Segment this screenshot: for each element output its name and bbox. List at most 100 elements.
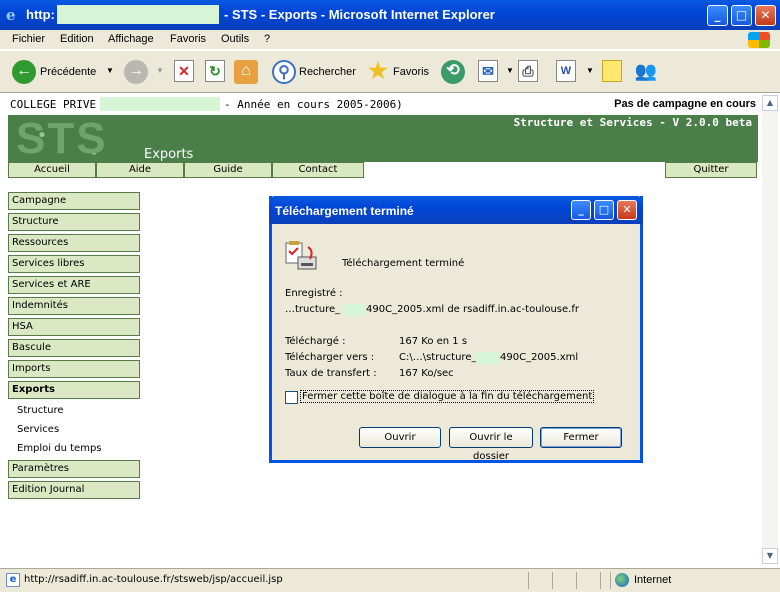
saved-label: Enregistré : [285, 288, 343, 299]
stop-icon: ✕ [174, 60, 194, 82]
refresh-button[interactable]: ↻ [205, 60, 227, 84]
forward-arrow-icon: → [124, 60, 148, 84]
scroll-down-button[interactable]: ▼ [762, 548, 778, 564]
close-when-done-checkbox[interactable] [285, 391, 298, 404]
sidebar-sub-emploi-du-temps[interactable]: Emploi du temps [17, 443, 102, 454]
menu-help[interactable]: ? [264, 33, 270, 45]
status-divider [528, 572, 529, 589]
menu-fichier[interactable]: Fichier [12, 33, 45, 45]
downloaded-label: Téléchargé : [285, 336, 346, 347]
favorites-button[interactable]: ★ Favoris [366, 60, 432, 84]
chevron-down-icon[interactable]: ▼ [506, 66, 514, 75]
transfer-rate-value: 167 Ko/sec [399, 368, 454, 379]
menu-affichage[interactable]: Affichage [108, 33, 154, 45]
close-window-button[interactable]: ✕ [755, 5, 776, 26]
word-icon: W [556, 60, 576, 82]
open-button[interactable]: Ouvrir [359, 427, 441, 448]
menu-outils[interactable]: Outils [221, 33, 249, 45]
history-button[interactable]: ⟲ [441, 60, 467, 84]
stop-button[interactable]: ✕ [174, 60, 196, 84]
nav-aide[interactable]: Aide [96, 162, 184, 178]
edit-button[interactable]: W ▼ [556, 60, 596, 84]
scroll-up-button[interactable]: ▲ [762, 95, 778, 111]
chevron-down-icon[interactable]: ▼ [106, 66, 114, 75]
dialog-maximize-button[interactable]: □ [594, 200, 614, 220]
menu-edition[interactable]: Edition [60, 33, 94, 45]
note-icon [602, 60, 622, 82]
sidebar-item-edition-journal[interactable]: Edition Journal [8, 481, 140, 499]
college-name: COLLEGE PRIVE [10, 98, 97, 111]
close-when-done-label[interactable]: Fermer cette boîte de dialogue à la fin … [300, 390, 595, 403]
search-icon: ⚲ [272, 60, 296, 84]
download-complete-icon [285, 241, 317, 270]
download-complete-dialog: Téléchargement terminé _ □ ✕ Téléchargem… [269, 196, 643, 463]
saved-value-start: …tructure_ [285, 304, 341, 315]
favorites-label: Favoris [393, 66, 430, 78]
sidebar-item-imports[interactable]: Imports [8, 360, 140, 378]
nav-contact[interactable]: Contact [272, 162, 364, 178]
open-folder-button[interactable]: Ouvrir le dossier [449, 427, 533, 462]
maximize-button[interactable]: □ [731, 5, 752, 26]
nav-guide[interactable]: Guide [184, 162, 272, 178]
globe-icon [615, 573, 629, 587]
nav-quitter[interactable]: Quitter [665, 162, 757, 178]
sidebar-item-parametres[interactable]: Paramètres [8, 460, 140, 478]
toolbar: ← Précédente ▼ → ▼ ✕ ↻ ⌂ ⚲ Rechercher ★ … [0, 51, 780, 93]
dialog-heading: Téléchargement terminé [342, 258, 465, 269]
sidebar-sub-services[interactable]: Services [17, 424, 59, 435]
window-title-prefix: http: [26, 7, 55, 22]
dialog-title-bar: Téléchargement terminé _ □ ✕ [269, 196, 643, 224]
status-divider [600, 572, 601, 589]
back-button[interactable]: ← Précédente ▼ [12, 60, 114, 84]
window-title: - STS - Exports - Microsoft Internet Exp… [224, 7, 495, 22]
close-dialog-button[interactable]: Fermer [540, 427, 622, 448]
forward-button[interactable]: → ▼ [124, 60, 164, 84]
nav-accueil[interactable]: Accueil [8, 162, 96, 178]
sidebar-item-campagne[interactable]: Campagne [8, 192, 140, 210]
search-label: Rechercher [299, 66, 356, 78]
search-button[interactable]: ⚲ Rechercher [272, 60, 358, 84]
status-url: http://rsadiff.in.ac-toulouse.fr/stsweb/… [24, 574, 283, 585]
section-title: Exports [144, 147, 194, 162]
status-divider [552, 572, 553, 589]
print-button[interactable]: ⎙ [518, 60, 542, 84]
sidebar-item-hsa[interactable]: HSA [8, 318, 140, 336]
ie-icon: e [6, 6, 16, 24]
downloaded-value: 167 Ko en 1 s [399, 336, 468, 347]
chevron-down-icon[interactable]: ▼ [156, 66, 164, 75]
dialog-close-button[interactable]: ✕ [617, 200, 637, 220]
scrollbar-track[interactable] [762, 111, 778, 548]
messenger-icon: 👥 [634, 61, 658, 81]
dialog-minimize-button[interactable]: _ [571, 200, 591, 220]
redacted-block [476, 352, 500, 364]
destination-value-end: 490C_2005.xml [500, 352, 579, 363]
destination-value-start: C:\…\structure_ [399, 352, 477, 363]
back-arrow-icon: ← [12, 60, 36, 84]
messenger-button[interactable]: 👥 [634, 60, 660, 84]
menu-favoris[interactable]: Favoris [170, 33, 206, 45]
discuss-button[interactable] [602, 60, 626, 84]
dialog-title: Téléchargement terminé [275, 204, 414, 218]
mail-button[interactable]: ✉ ▼ [478, 60, 516, 84]
page-icon: e [6, 573, 20, 587]
sidebar-item-structure[interactable]: Structure [8, 213, 140, 231]
sidebar-item-ressources[interactable]: Ressources [8, 234, 140, 252]
sidebar-item-services-libres[interactable]: Services libres [8, 255, 140, 273]
sidebar-item-exports[interactable]: Exports [8, 381, 140, 399]
refresh-icon: ↻ [205, 60, 225, 82]
transfer-rate-label: Taux de transfert : [285, 368, 377, 379]
sidebar-sub-structure[interactable]: Structure [17, 405, 64, 416]
back-label: Précédente [40, 66, 97, 78]
sidebar-item-services-are[interactable]: Services et ARE [8, 276, 140, 294]
security-zone: Internet [634, 574, 672, 586]
sidebar-item-indemnites[interactable]: Indemnités [8, 297, 140, 315]
minimize-button[interactable]: _ [707, 5, 728, 26]
chevron-down-icon[interactable]: ▼ [586, 66, 594, 75]
status-divider [576, 572, 577, 589]
sidebar-item-bascule[interactable]: Bascule [8, 339, 140, 357]
destination-label: Télécharger vers : [285, 352, 375, 363]
home-button[interactable]: ⌂ [234, 60, 260, 84]
app-banner: STS Structure et Services - V 2.0.0 beta… [8, 115, 758, 162]
campaign-status: Pas de campagne en cours [614, 98, 756, 110]
home-icon: ⌂ [234, 60, 258, 84]
